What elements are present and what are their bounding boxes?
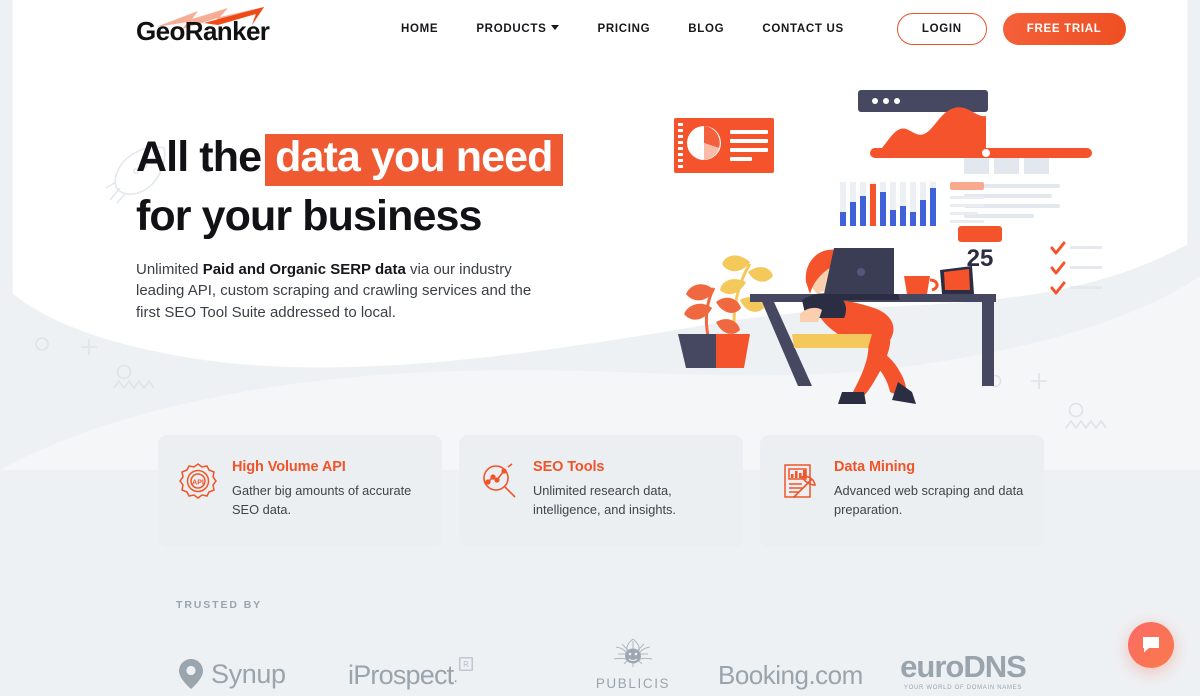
bar-chart	[840, 182, 984, 226]
potted-plant	[678, 255, 773, 368]
nav-item-pricing[interactable]: PRICING	[578, 23, 669, 35]
nav-item-products[interactable]: PRODUCTS	[457, 23, 578, 35]
partner-logo-booking: Booking.com	[718, 660, 898, 691]
feature-card-text: High Volume API Gather big amounts of ac…	[232, 459, 424, 547]
hero-subtitle: Unlimited Paid and Organic SERP data via…	[136, 259, 556, 324]
headline-highlight: data you need	[265, 134, 563, 186]
feature-card-title: Data Mining	[834, 459, 916, 475]
hero-sub-bold: Paid and Organic SERP data	[202, 260, 406, 278]
chat-widget-button[interactable]	[1128, 622, 1174, 668]
partner-logo-publicis: PUBLICIS	[548, 637, 718, 691]
feature-card-desc: Unlimited research data, intelligence, a…	[533, 483, 676, 518]
feature-card-text: SEO Tools Unlimited research data, intel…	[533, 459, 725, 547]
nav-label-home: HOME	[401, 23, 439, 35]
registered-mark-icon: R	[459, 656, 473, 671]
workspace-illustration: 25	[674, 90, 1102, 404]
pie-chart-card	[674, 118, 774, 173]
map-pin-icon	[179, 659, 203, 689]
page-title: All the data you need for your business	[136, 134, 606, 239]
checklist	[1050, 241, 1102, 295]
feature-card-seo-tools[interactable]: SEO Tools Unlimited research data, intel…	[459, 435, 743, 547]
partner-logo-synup: Synup	[178, 657, 348, 691]
feature-card-desc: Advanced web scraping and data preparati…	[834, 483, 1024, 518]
feature-card-desc: Gather big amounts of accurate SEO data.	[232, 483, 412, 518]
data-mining-pickaxe-icon	[780, 461, 820, 547]
partner-logo-text: PUBLICIS	[595, 676, 671, 691]
nav-item-blog[interactable]: BLOG	[669, 23, 743, 35]
feature-cards: API High Volume API Gather big amounts o…	[0, 435, 1200, 547]
coffee-mug	[904, 276, 939, 294]
nav-label-products: PRODUCTS	[476, 23, 547, 35]
partner-logo-text: Synup	[211, 658, 286, 689]
headline-line-2: for your business	[136, 191, 482, 240]
main-navigation: HOME PRODUCTS PRICING BLOG CONTACT US	[382, 23, 863, 35]
feature-card-high-volume-api[interactable]: API High Volume API Gather big amounts o…	[158, 435, 442, 547]
login-button[interactable]: LOGIN	[896, 13, 987, 45]
site-header: GeoRanker HOME PRODUCTS PRICING BLOG CON…	[0, 0, 1200, 58]
feature-card-data-mining[interactable]: Data Mining Advanced web scraping and da…	[760, 435, 1044, 547]
partner-logo-iprospect: iProspect . R	[348, 656, 548, 691]
feature-card-text: Data Mining Advanced web scraping and da…	[834, 459, 1026, 547]
trusted-by-section: TRUSTED BY Synup iProspect . R PUBLICIS …	[0, 599, 1200, 691]
partner-logo-eurodns: euroDNS YOUR WORLD OF DOMAIN NAMES	[898, 651, 1028, 691]
svg-text:R: R	[463, 660, 469, 669]
tablet-device	[940, 266, 974, 294]
hero-illustration: 25	[606, 58, 1200, 404]
partner-logo-text: iProspect	[348, 660, 454, 690]
logo-text: GeoRanker	[136, 16, 270, 46]
nav-item-contact-us[interactable]: CONTACT US	[743, 23, 863, 35]
nav-label-contact-us: CONTACT US	[762, 23, 844, 35]
api-icon-label: API	[192, 480, 204, 487]
partner-logos: Synup iProspect . R PUBLICIS Booking.com…	[176, 637, 1200, 691]
area-chart	[870, 107, 1092, 158]
trusted-by-label: TRUSTED BY	[176, 599, 263, 611]
metric-badge: 25	[958, 226, 1002, 272]
free-trial-button[interactable]: FREE TRIAL	[1002, 13, 1126, 45]
seo-magnifier-icon	[479, 461, 519, 547]
publicis-crest-icon	[613, 638, 653, 667]
hero-text-column: All the data you need for your business U…	[136, 58, 606, 388]
api-gear-icon: API	[178, 461, 218, 547]
hero-section: All the data you need for your business U…	[0, 58, 1200, 404]
chat-bubble-icon	[1143, 637, 1159, 653]
partner-logo-text: Booking.com	[718, 660, 863, 690]
feature-card-title: High Volume API	[232, 459, 346, 475]
feature-card-title: SEO Tools	[533, 459, 605, 475]
nav-label-pricing: PRICING	[597, 23, 651, 35]
partner-logo-text: euroDNS	[900, 649, 1027, 684]
nav-item-home[interactable]: HOME	[382, 23, 457, 35]
browser-window-bar	[858, 90, 988, 112]
logo[interactable]: GeoRanker	[136, 7, 296, 51]
zigzag-decoration-right	[1065, 419, 1107, 430]
nav-label-blog: BLOG	[688, 23, 725, 35]
headline-part-1: All the	[136, 133, 262, 181]
partner-logo-tagline: YOUR WORLD OF DOMAIN NAMES	[903, 685, 1023, 691]
hero-sub-pre: Unlimited	[136, 260, 203, 278]
chevron-down-icon	[551, 25, 560, 30]
